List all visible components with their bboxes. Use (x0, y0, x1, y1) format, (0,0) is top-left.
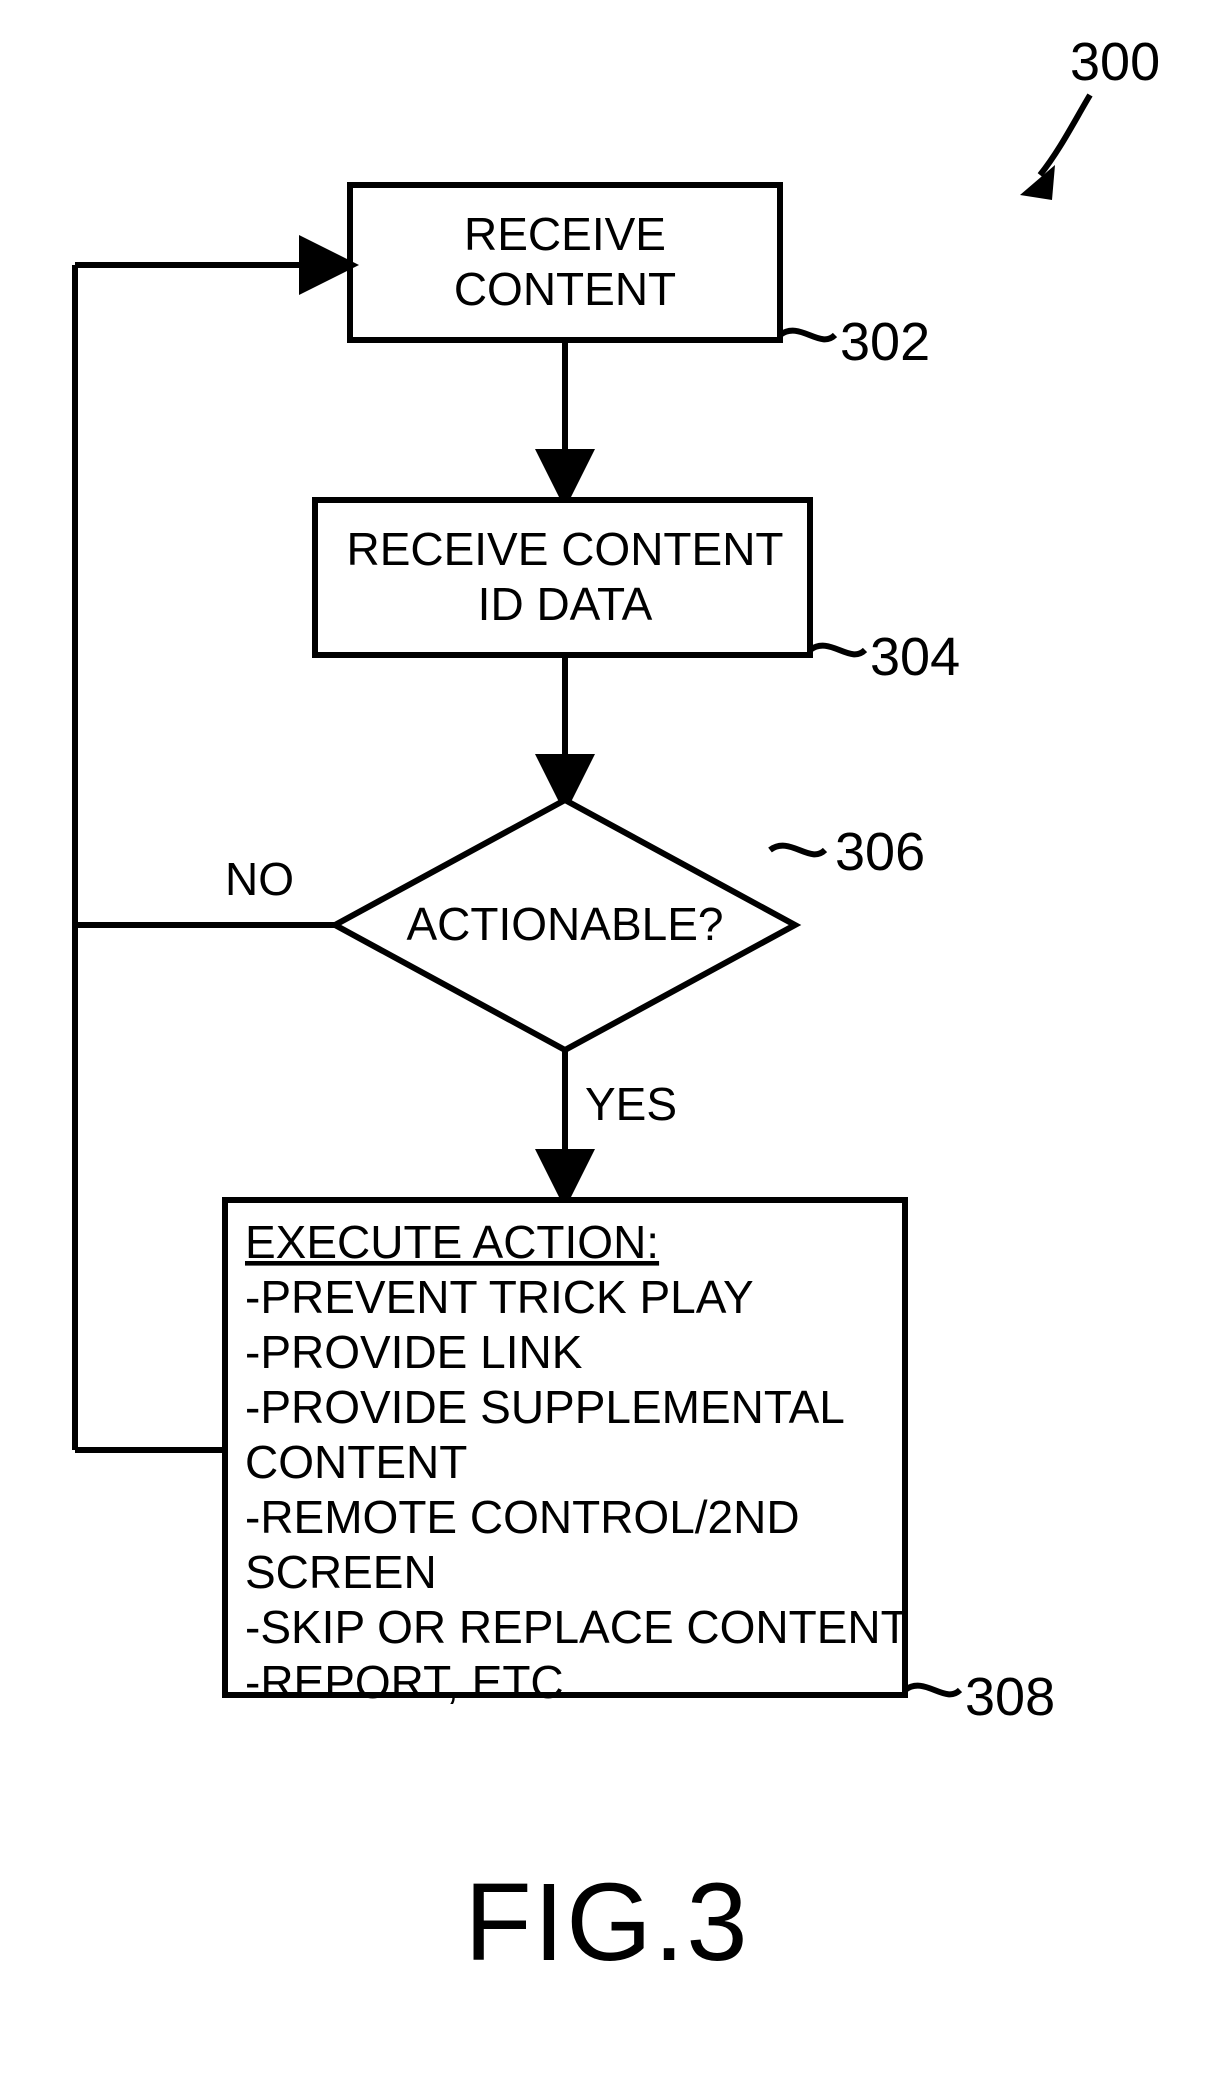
figure-ref-label: 300 (1070, 32, 1160, 92)
receive-content-line2: CONTENT (454, 263, 676, 315)
loopback-edge (75, 925, 225, 1450)
receive-content-line1: RECEIVE (464, 208, 666, 260)
actionable-text: ACTIONABLE? (407, 898, 724, 950)
figure-ref-300: 300 (1020, 32, 1160, 200)
receive-content-ref: 302 (840, 312, 930, 372)
execute-action-item-5: SCREEN (245, 1546, 437, 1598)
receive-id-data-line2: ID DATA (478, 578, 653, 630)
execute-action-box: EXECUTE ACTION: -PREVENT TRICK PLAY -PRO… (225, 1200, 1055, 1727)
execute-action-item-2: -PROVIDE SUPPLEMENTAL (245, 1381, 845, 1433)
no-edge: NO (75, 265, 335, 925)
no-label: NO (225, 853, 294, 905)
yes-label: YES (585, 1078, 677, 1130)
receive-id-data-line1: RECEIVE CONTENT (346, 523, 783, 575)
flowchart-diagram: 300 RECEIVE CONTENT 302 RECEIVE CONTENT … (0, 0, 1214, 2083)
receive-content-box: RECEIVE CONTENT 302 (350, 185, 930, 372)
execute-action-item-7: -REPORT, ETC. (245, 1656, 576, 1708)
yes-edge: YES (565, 1050, 677, 1185)
execute-action-ref: 308 (965, 1667, 1055, 1727)
execute-action-item-4: -REMOTE CONTROL/2ND (245, 1491, 800, 1543)
execute-action-item-6: -SKIP OR REPLACE CONTENT (245, 1601, 909, 1653)
execute-action-item-0: -PREVENT TRICK PLAY (245, 1271, 754, 1323)
receive-id-data-ref: 304 (870, 627, 960, 687)
actionable-diamond: ACTIONABLE? 306 (335, 800, 925, 1050)
figure-caption: FIG.3 (464, 1861, 749, 1984)
actionable-ref: 306 (835, 822, 925, 882)
execute-action-item-3: CONTENT (245, 1436, 467, 1488)
receive-id-data-box: RECEIVE CONTENT ID DATA 304 (315, 500, 960, 687)
execute-action-title: EXECUTE ACTION: (245, 1216, 659, 1268)
execute-action-item-1: -PROVIDE LINK (245, 1326, 583, 1378)
